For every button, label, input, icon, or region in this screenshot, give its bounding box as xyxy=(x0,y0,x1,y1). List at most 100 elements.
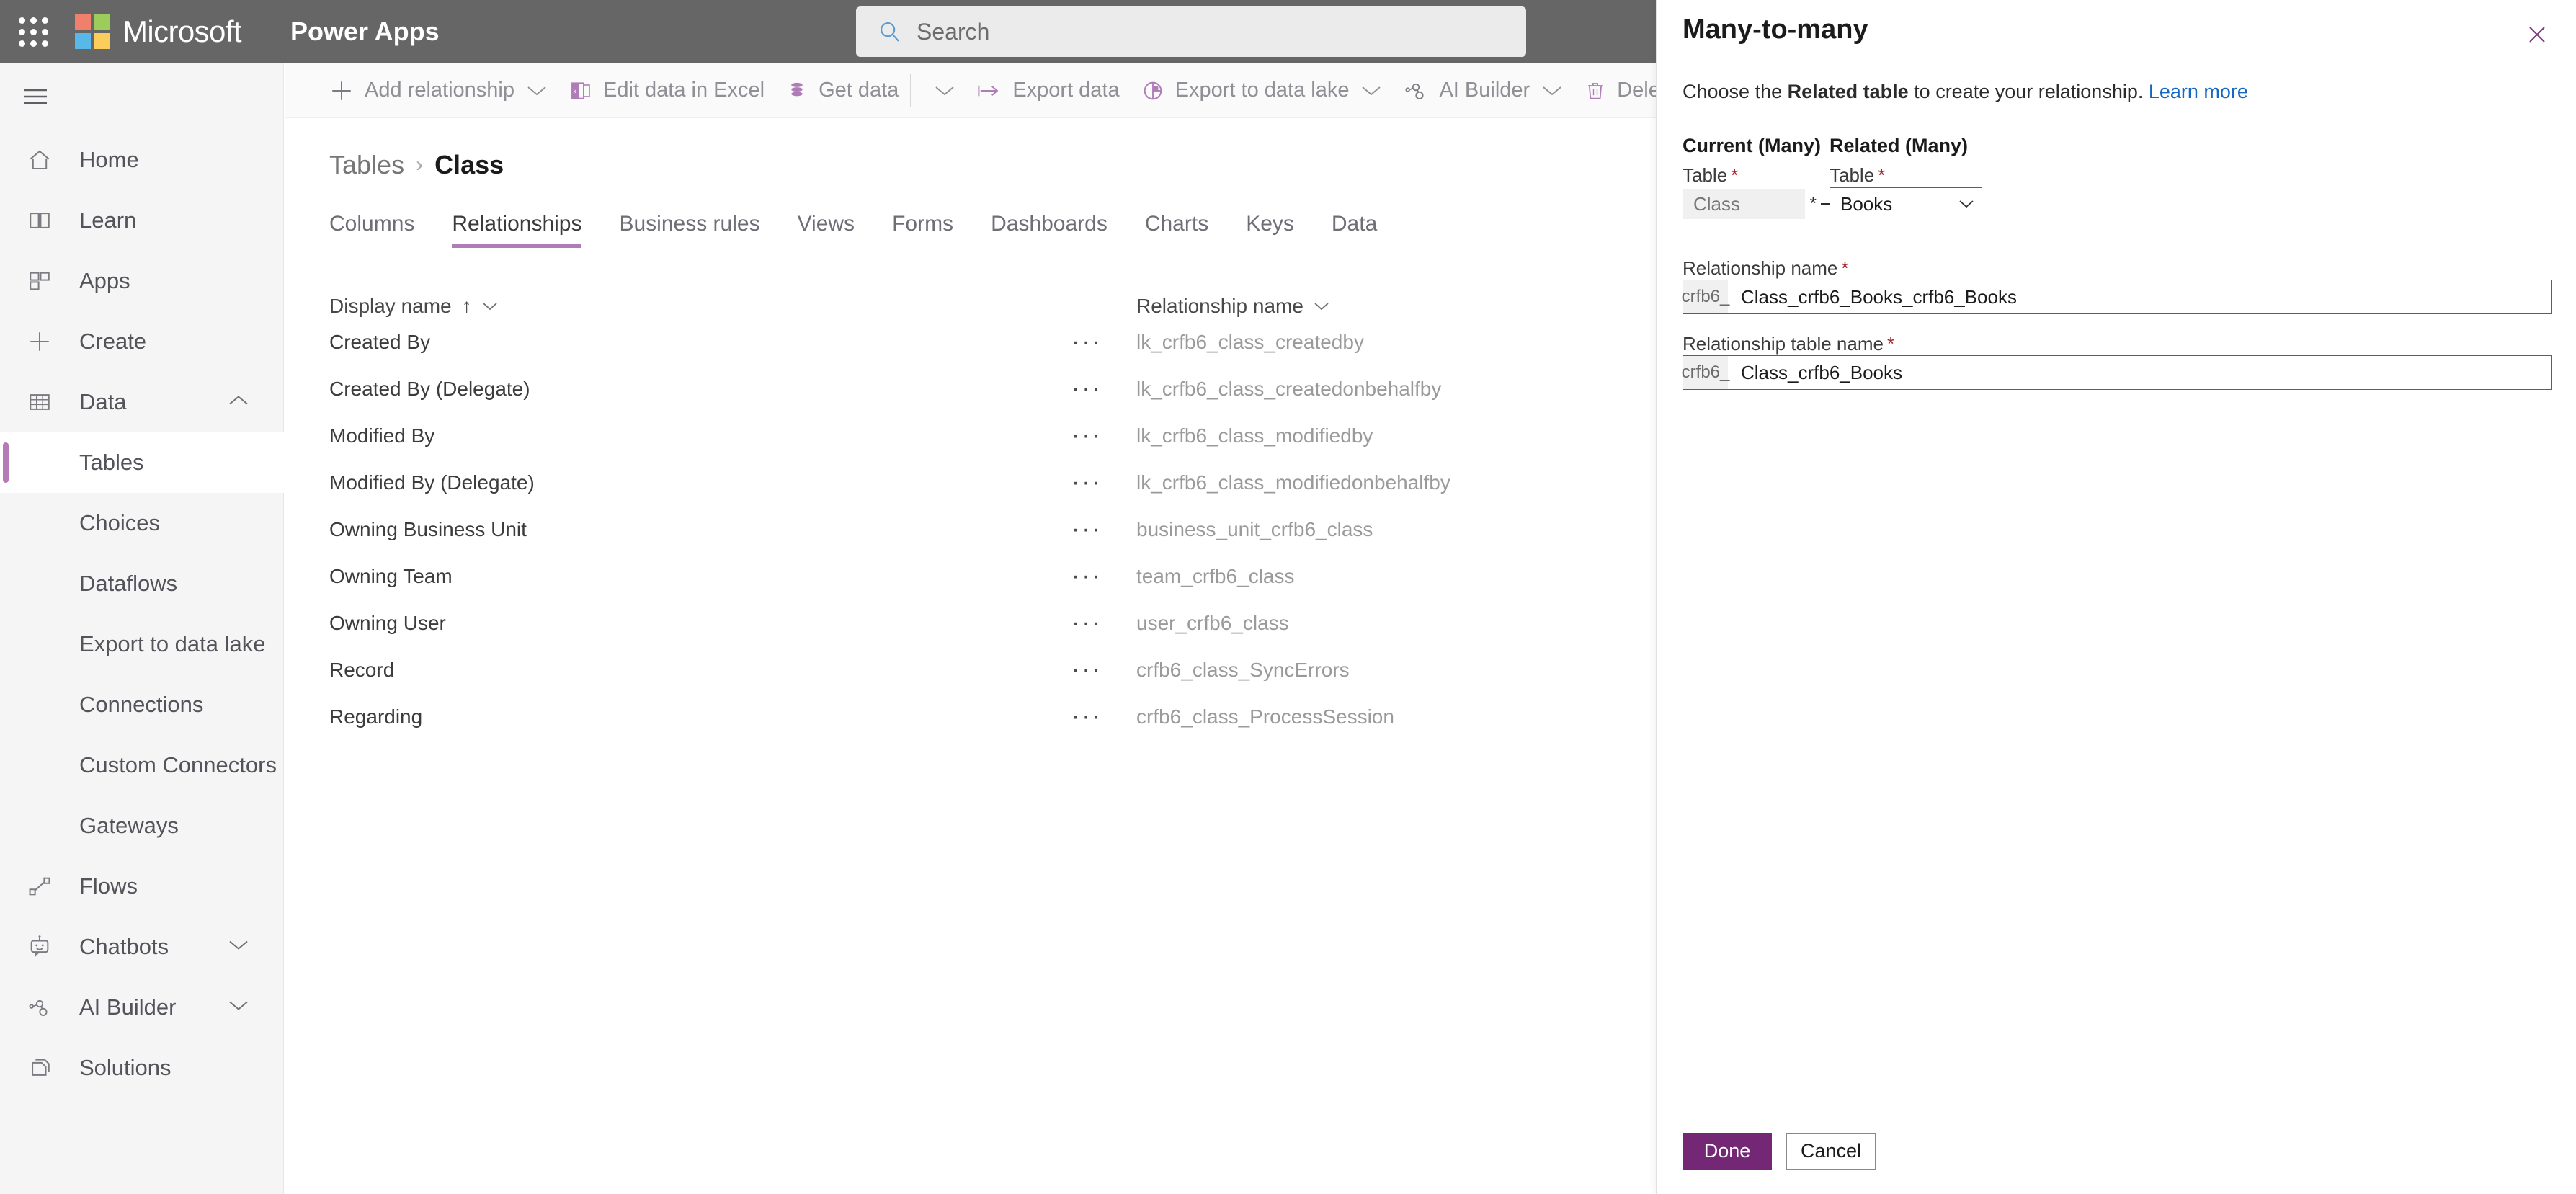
hamburger-icon[interactable] xyxy=(0,63,284,130)
table-row[interactable]: Created By (Delegate) ··· lk_crfb6_class_c… xyxy=(285,365,1656,412)
command-edit-data-in-excel[interactable]: x Edit data in Excel xyxy=(569,63,765,117)
row-actions-icon[interactable]: ··· xyxy=(1071,375,1136,403)
chevron-down-icon[interactable] xyxy=(228,939,249,955)
table-row[interactable]: Record ··· crfb6_class_SyncErrors xyxy=(285,646,1656,693)
trash-icon xyxy=(1585,79,1606,102)
pie-icon xyxy=(1141,79,1164,102)
row-actions-icon[interactable]: ··· xyxy=(1071,609,1136,637)
related-table-dropdown[interactable]: Books xyxy=(1830,187,1982,220)
sidebar-item-data[interactable]: Data xyxy=(0,372,284,432)
command-ai-builder[interactable]: AI Builder xyxy=(1404,63,1563,117)
sidebar-item-dataflows[interactable]: Dataflows xyxy=(0,553,284,614)
command-label: Edit data in Excel xyxy=(602,79,765,102)
column-header-relationship-name[interactable]: Relationship name xyxy=(1136,295,1656,318)
chevron-down-icon[interactable] xyxy=(526,84,548,97)
table-row[interactable]: Modified By (Delegate) ··· lk_crfb6_class_… xyxy=(285,459,1656,506)
microsoft-wordmark: Microsoft xyxy=(122,14,242,48)
row-actions-icon[interactable]: ··· xyxy=(1071,656,1136,684)
related-many-group-header: Related (Many) xyxy=(1830,135,1969,156)
sidebar-item-label: Dataflows xyxy=(79,571,178,596)
relationship-name-label: Relationship name * xyxy=(1683,257,1848,280)
current-table-value: Class xyxy=(1693,192,1741,215)
table-row[interactable]: Modified By ··· lk_crfb6_class_modifiedby xyxy=(285,412,1656,459)
relationship-table-name-prefix: crfb6_ xyxy=(1682,356,1729,389)
chevron-down-icon[interactable] xyxy=(1541,84,1563,97)
chevron-down-icon[interactable] xyxy=(934,84,955,97)
close-icon[interactable] xyxy=(2518,16,2556,53)
command-delete-tab[interactable]: Delete tab xyxy=(1585,63,1656,117)
sidebar-item-apps[interactable]: Apps xyxy=(0,251,284,311)
many-to-many-panel: Many-to-many Choose the Related table to… xyxy=(1656,0,2576,1194)
cancel-button[interactable]: Cancel xyxy=(1786,1133,1876,1170)
sidebar-item-learn[interactable]: Learn xyxy=(0,190,284,251)
tab-charts[interactable]: Charts xyxy=(1126,212,1227,248)
command-get-data[interactable]: Get data xyxy=(786,63,899,117)
relationship-table-name-field[interactable]: crfb6_ Class_crfb6_Books xyxy=(1682,355,2552,390)
sidebar-item-connections[interactable]: Connections xyxy=(0,674,284,735)
relationship-table-name-input[interactable]: Class_crfb6_Books xyxy=(1728,356,2551,389)
done-button[interactable]: Done xyxy=(1683,1133,1772,1170)
home-icon xyxy=(23,148,56,172)
related-table-label: Table * xyxy=(1830,164,1885,187)
command-label: Add relationship xyxy=(365,79,514,102)
sidebar-item-label: Flows xyxy=(79,873,138,899)
sidebar-item-choices[interactable]: Choices xyxy=(0,493,284,553)
command-export-data[interactable]: Export data xyxy=(977,63,1120,117)
table-row[interactable]: Regarding ··· crfb6_class_ProcessSession xyxy=(285,693,1656,740)
tab-dashboards[interactable]: Dashboards xyxy=(972,212,1126,248)
command-add-relationship[interactable]: Add relationship xyxy=(329,63,548,117)
row-actions-icon[interactable]: ··· xyxy=(1071,703,1136,731)
sidebar-item-flows[interactable]: Flows xyxy=(0,856,284,917)
sidebar-item-label: Chatbots xyxy=(79,934,169,959)
sidebar-item-export-to-data-lake[interactable]: Export to data lake xyxy=(0,614,284,674)
command-overflow-chevron[interactable] xyxy=(922,63,955,117)
chevron-down-icon[interactable] xyxy=(228,999,249,1016)
column-header-relationship-name-label: Relationship name xyxy=(1136,295,1303,317)
tab-columns[interactable]: Columns xyxy=(329,212,433,248)
learn-more-link[interactable]: Learn more xyxy=(2149,81,2248,102)
breadcrumb-tables-link[interactable]: Tables xyxy=(329,150,404,180)
table-row[interactable]: Owning Business Unit ··· business_unit_crf… xyxy=(285,506,1656,553)
solutions-icon xyxy=(23,1056,56,1080)
command-separator xyxy=(910,73,912,107)
microsoft-logo[interactable]: Microsoft xyxy=(75,14,242,49)
relationships-grid: Display name ↑ Relationship name Created… xyxy=(285,275,1656,740)
row-actions-icon[interactable]: ··· xyxy=(1071,562,1136,590)
sidebar-item-custom-connectors[interactable]: Custom Connectors xyxy=(0,735,284,796)
waffle-grid-icon[interactable] xyxy=(0,0,66,63)
chevron-up-icon[interactable] xyxy=(228,394,249,411)
sidebar-item-home[interactable]: Home xyxy=(0,130,284,190)
tab-keys[interactable]: Keys xyxy=(1227,212,1313,248)
sidebar-item-gateways[interactable]: Gateways xyxy=(0,796,284,856)
row-actions-icon[interactable]: ··· xyxy=(1071,515,1136,543)
tab-data[interactable]: Data xyxy=(1313,212,1396,248)
table-row[interactable]: Owning Team ··· team_crfb6_class xyxy=(285,553,1656,600)
tab-views[interactable]: Views xyxy=(779,212,873,248)
sidebar: Home Learn Apps Create Data Tables Choices Data… xyxy=(0,63,284,1194)
search-icon xyxy=(881,22,899,42)
required-asterisk: * xyxy=(1886,333,1895,355)
column-header-display-name[interactable]: Display name ↑ xyxy=(329,295,1071,318)
table-row[interactable]: Owning User ··· user_crfb6_class xyxy=(285,600,1656,646)
row-actions-icon[interactable]: ··· xyxy=(1071,328,1136,356)
tab-relationships[interactable]: Relationships xyxy=(433,212,600,248)
book-icon xyxy=(23,208,56,233)
sidebar-item-chatbots[interactable]: Chatbots xyxy=(0,917,284,977)
sidebar-item-ai-builder[interactable]: AI Builder xyxy=(0,977,284,1038)
search-input[interactable]: Search xyxy=(856,6,1526,57)
relationship-name-input[interactable]: Class_crfb6_Books_crfb6_Books xyxy=(1728,280,2551,313)
chevron-down-icon[interactable] xyxy=(1360,84,1382,97)
tab-forms[interactable]: Forms xyxy=(873,212,972,248)
relationship-name-field[interactable]: crfb6_ Class_crfb6_Books_crfb6_Books xyxy=(1682,280,2552,314)
flow-icon xyxy=(23,874,56,899)
row-actions-icon[interactable]: ··· xyxy=(1071,422,1136,450)
sidebar-item-create[interactable]: Create xyxy=(0,311,284,372)
row-actions-icon[interactable]: ··· xyxy=(1071,468,1136,496)
command-export-to-data-lake[interactable]: Export to data lake xyxy=(1141,63,1383,117)
sidebar-item-tables[interactable]: Tables xyxy=(0,432,284,493)
sidebar-item-solutions[interactable]: Solutions xyxy=(0,1038,284,1098)
sidebar-item-label: Home xyxy=(79,147,139,172)
tab-business-rules[interactable]: Business rules xyxy=(600,212,778,248)
table-row[interactable]: Created By ··· lk_crfb6_class_createdby xyxy=(285,318,1656,365)
tab-label: Views xyxy=(797,212,855,236)
